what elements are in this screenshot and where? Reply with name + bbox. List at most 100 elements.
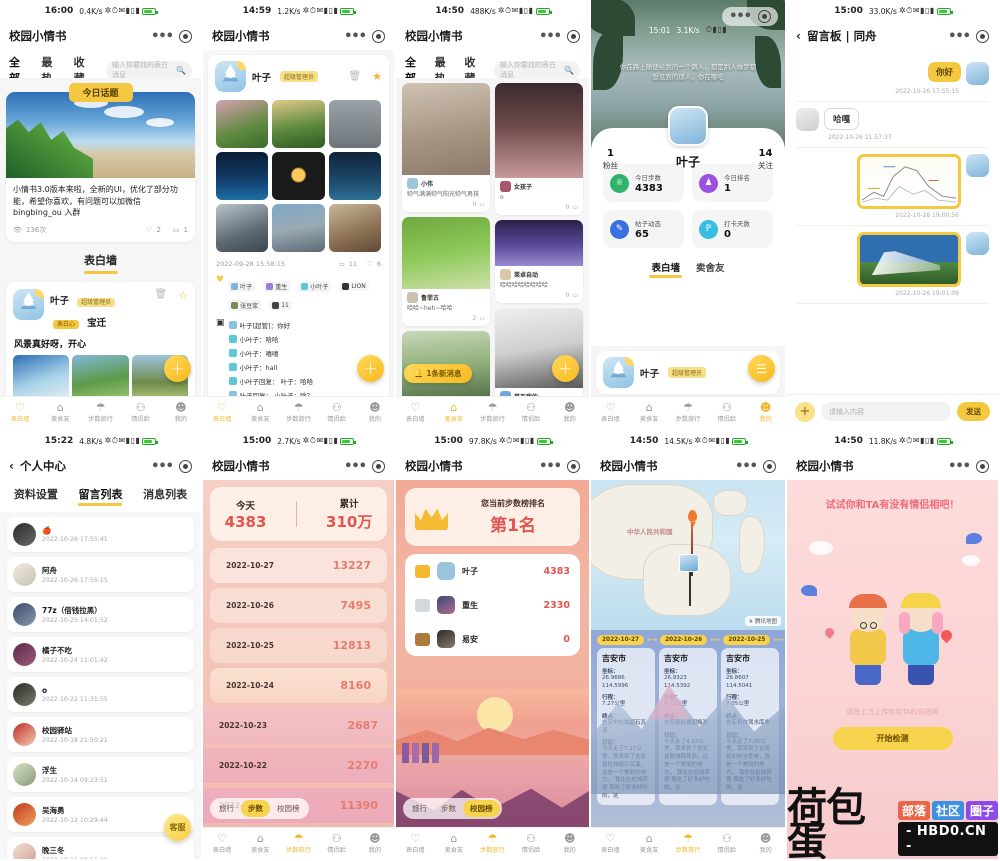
table-row[interactable]: 2022-10-24 8160 — [210, 668, 387, 703]
more-dots-icon[interactable]: ••• — [539, 459, 562, 474]
liker-chip[interactable]: 小叶子 — [298, 281, 332, 292]
capsule-close-icon[interactable] — [758, 10, 771, 23]
list-item[interactable]: 校园驿站 2022-10-18 21:50:21 — [7, 717, 194, 752]
capsule-close-icon[interactable] — [179, 29, 192, 43]
customer-service-fab[interactable]: 客服 — [164, 814, 191, 841]
photo-thumb[interactable] — [216, 100, 269, 148]
liker-chip[interactable]: LION — [339, 282, 369, 291]
avatar[interactable] — [603, 357, 634, 388]
photo-thumb[interactable] — [72, 354, 129, 401]
photo-thumb[interactable] — [272, 204, 325, 252]
nav-item-couple[interactable]: ⚇ 情侣脸 — [121, 397, 161, 428]
nav-item-food[interactable]: ⌂ 美食友 — [435, 828, 474, 859]
favorite-star-icon[interactable]: ☆ — [178, 289, 188, 302]
list-item[interactable]: o 2022-10-22 11:31:55 — [7, 677, 194, 712]
chat-bubble[interactable]: 你好 — [927, 62, 961, 82]
nav-item-wall[interactable]: ♡ 表白墙 — [0, 397, 40, 428]
nav-item-mine[interactable]: ☻ 我的 — [746, 397, 785, 428]
chat-image[interactable] — [857, 154, 961, 209]
card-posts[interactable]: ✎ 帖子动态 65 — [603, 210, 684, 248]
table-row[interactable]: 2022-10-22 2270 — [203, 748, 394, 783]
nav-item-food[interactable]: ⌂ 美食友 — [435, 397, 474, 428]
avatar[interactable] — [796, 108, 819, 131]
table-row[interactable]: 2022-10-23 2687 — [203, 708, 394, 743]
seg-campus-rank[interactable]: 校园榜 — [270, 800, 307, 817]
message-input[interactable]: 请输入内容 — [821, 402, 951, 421]
capsule-close-icon[interactable] — [976, 459, 989, 473]
nav-item-couple[interactable]: ⚇ 情侣脸 — [707, 397, 746, 428]
nav-item-couple[interactable]: ⚇ 情侣脸 — [512, 828, 551, 859]
list-item[interactable]: 🍎 2022-10-26 17:55:41 — [7, 517, 194, 552]
comment-icon[interactable]: ▭ — [339, 260, 345, 268]
rank-row[interactable]: 重生 2330 — [405, 588, 580, 622]
avatar[interactable] — [966, 62, 989, 85]
nav-item-mine[interactable]: ☻ 我的 — [356, 397, 394, 428]
capsule-close-icon[interactable] — [763, 459, 776, 473]
comment-icon[interactable]: ▭ — [479, 315, 485, 322]
capsule-close-icon[interactable] — [976, 29, 989, 43]
new-message-toast[interactable]: 🔔 1条新消息 — [404, 364, 472, 383]
avatar[interactable] — [13, 288, 44, 320]
more-dots-icon[interactable]: ••• — [344, 29, 367, 44]
capsule-close-icon[interactable] — [567, 459, 580, 473]
liker-more-chip[interactable]: 11 — [269, 301, 292, 310]
photo-thumb[interactable] — [328, 204, 381, 252]
nav-item-wall[interactable]: ♡ 表白墙 — [396, 828, 435, 859]
nav-item-mine[interactable]: ☻ 我的 — [161, 397, 201, 428]
seg-steps[interactable]: 步数 — [241, 800, 270, 817]
nav-item-wall[interactable]: ♡ 表白墙 — [203, 828, 241, 859]
feed-card[interactable]: 莱卓自动 哈哈哈哈哈哈哈哈 0 ▭ — [495, 220, 583, 304]
nav-item-couple[interactable]: ⚇ 情侣脸 — [318, 828, 356, 859]
like-icon[interactable]: ♡ — [146, 226, 152, 234]
rank-row[interactable]: 叶子 4383 — [405, 554, 580, 588]
more-dots-icon[interactable]: ••• — [344, 459, 367, 474]
photo-thumb[interactable] — [216, 204, 269, 252]
nav-item-couple[interactable]: ⚇ 情侣脸 — [318, 397, 356, 428]
nav-item-steps[interactable]: ☂ 步数旅行 — [279, 828, 317, 859]
nav-item-mine[interactable]: ☻ 我的 — [550, 397, 589, 428]
menu-fab[interactable]: ☰ — [748, 355, 775, 382]
tab-sell-roommate[interactable]: 卖舍友 — [696, 260, 725, 274]
nav-item-food[interactable]: ⌂ 美食友 — [630, 397, 669, 428]
chat-image[interactable] — [857, 232, 961, 287]
comment-icon[interactable]: ▭ — [479, 201, 485, 208]
delete-icon[interactable]: 🗑 — [154, 289, 167, 300]
nav-item-food[interactable]: ⌂ 美食友 — [40, 397, 80, 428]
liker-chip[interactable]: 叶子 — [228, 281, 256, 292]
search-box[interactable]: 输入你要找的表白消息 🔍 — [106, 60, 192, 80]
add-attachment-icon[interactable]: + — [795, 401, 815, 422]
message-list-scroll[interactable]: 🍎 2022-10-26 17:55:41 阿舟 2022-10-26 17:55:… — [0, 512, 201, 859]
back-icon[interactable]: ‹ — [9, 459, 14, 473]
list-item[interactable]: 橘子不吃 2022-10-24 11:01:42 — [7, 637, 194, 672]
tab-profile-settings[interactable]: 资料设置 — [14, 486, 58, 502]
more-dots-icon[interactable]: ••• — [729, 9, 752, 24]
map-pin-icon[interactable] — [688, 510, 697, 522]
comment-icon[interactable]: ▭ — [173, 226, 180, 234]
nav-item-food[interactable]: ⌂ 美食友 — [241, 828, 279, 859]
comment-icon[interactable]: ▭ — [572, 292, 578, 299]
date-chip[interactable]: 2022-10-27 — [597, 635, 645, 645]
back-icon[interactable]: ‹ — [796, 29, 801, 43]
chat-scroll[interactable]: 你好 2022-10-26 17:55:15 哈嘎 2022-10-26 21:… — [787, 50, 998, 310]
seg-travel[interactable]: 旅行 — [405, 800, 434, 817]
capsule-close-icon[interactable] — [372, 29, 385, 43]
date-chip[interactable]: 2022-10-26 — [660, 635, 708, 645]
comment-item[interactable]: 小叶子回复： 叶子：哈哈 — [228, 374, 381, 388]
nav-item-steps[interactable]: ☂ 步数旅行 — [279, 397, 317, 428]
card-checkin-days[interactable]: P 打卡天数 0 — [692, 210, 773, 248]
list-item[interactable]: 浮生 2022-10-14 09:23:51 — [7, 757, 194, 792]
comment-item[interactable]: 叶子[超管]：你好 — [228, 318, 381, 332]
photo-thumb[interactable] — [13, 354, 70, 401]
photo-thumb[interactable] — [328, 152, 381, 200]
nav-item-food[interactable]: ⌂ 美食友 — [241, 397, 279, 428]
search-box[interactable]: 输入你要找的表白消息 🔍 — [494, 60, 581, 80]
list-item[interactable]: 阿舟 2022-10-26 17:55:15 — [7, 557, 194, 592]
add-post-fab[interactable]: + — [552, 355, 579, 382]
capsule-close-icon[interactable] — [567, 29, 580, 43]
add-post-fab[interactable]: + — [164, 355, 191, 382]
photo-thumb[interactable] — [272, 100, 325, 148]
comment-item[interactable]: 小叶子：哈哈 — [228, 332, 381, 346]
table-row[interactable]: 2022-10-27 13227 — [210, 548, 387, 583]
nav-item-mine[interactable]: ☻ 我的 — [356, 828, 394, 859]
liker-chip[interactable]: 张豆浆 — [228, 300, 262, 311]
